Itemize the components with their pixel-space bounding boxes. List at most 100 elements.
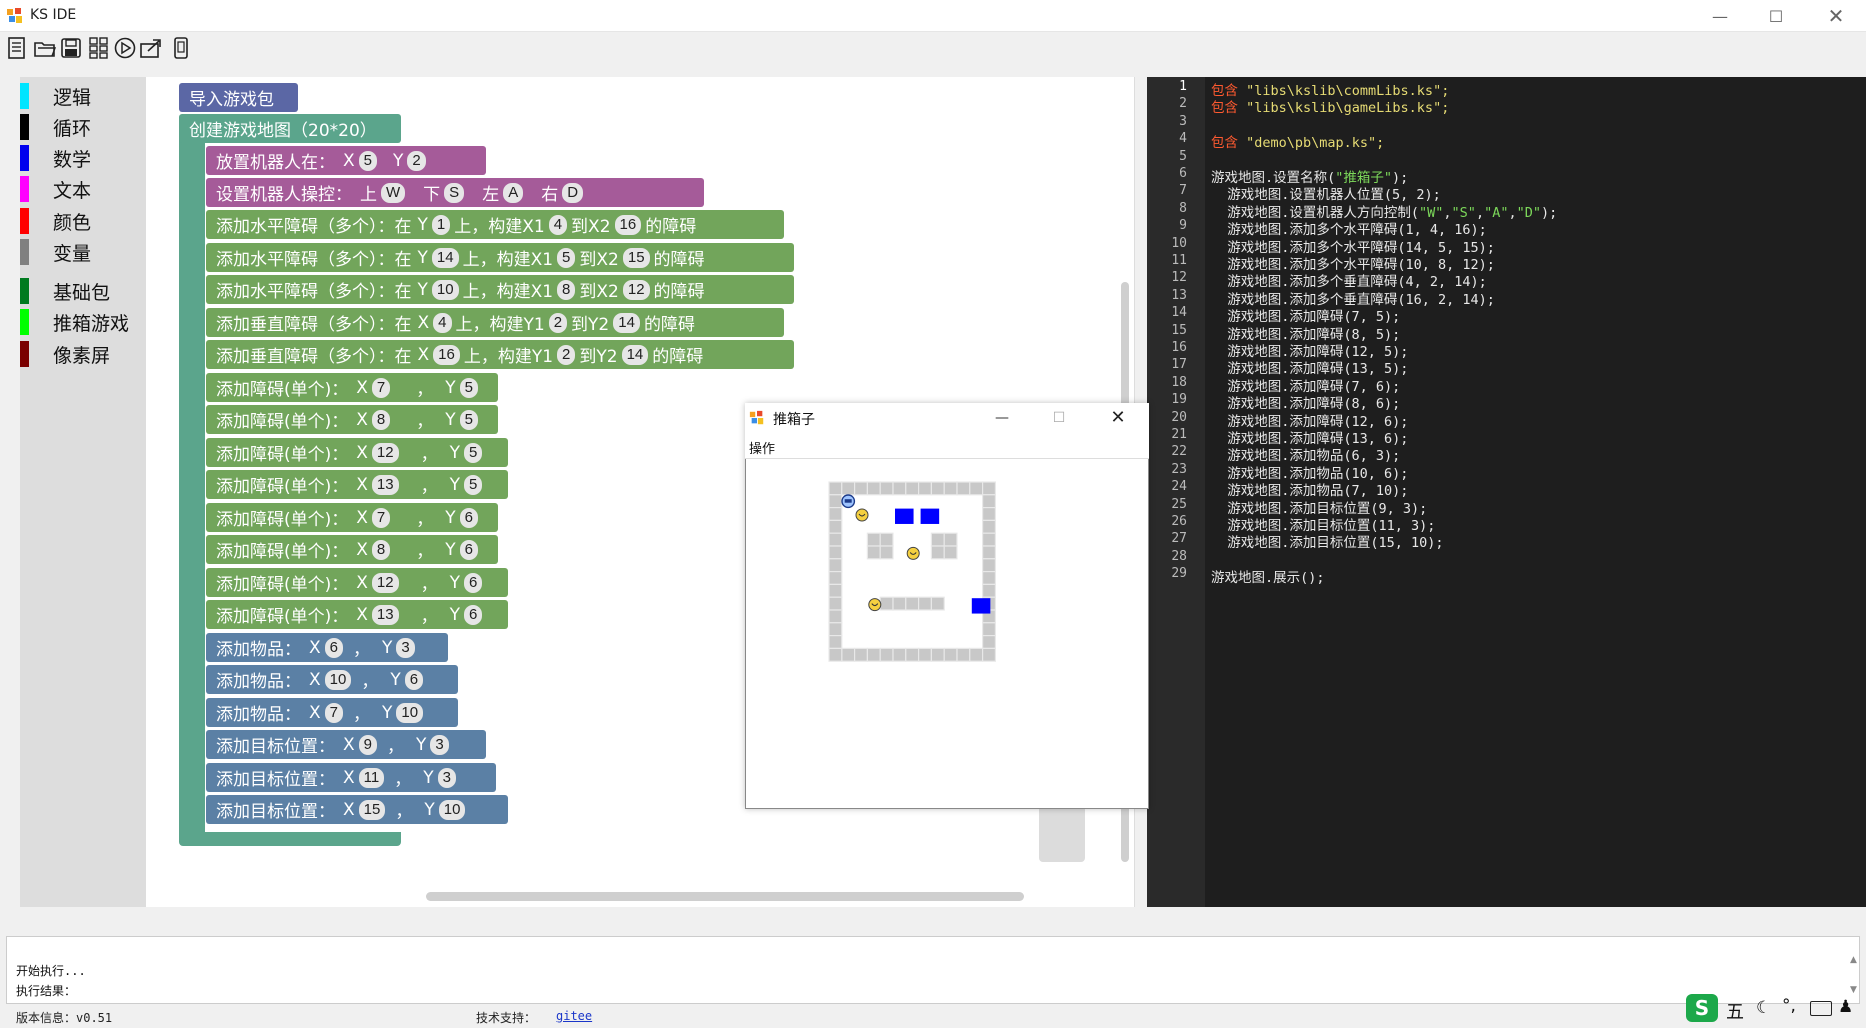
code-line[interactable]: 游戏地图.添加障碍(8, 6);	[1211, 392, 1400, 412]
code-line[interactable]: 包含 "demo\pb\map.ks";	[1211, 131, 1384, 151]
add-single-obstacle-block[interactable]: 添加障碍(单个)： X 13 ， Y 5	[206, 470, 508, 499]
x-input[interactable]: 12	[371, 442, 399, 463]
y-input[interactable]: 10	[438, 799, 466, 820]
x-input[interactable]: 8	[371, 409, 391, 430]
y-input[interactable]: 6	[464, 604, 483, 625]
gitee-link-text[interactable]: gitee	[556, 1009, 592, 1023]
category-item[interactable]: 基础包	[20, 277, 110, 305]
category-item[interactable]: 推箱游戏	[20, 308, 129, 336]
x-input[interactable]: 7	[371, 377, 391, 398]
code-line[interactable]: 游戏地图.添加目标位置(15, 10);	[1211, 531, 1443, 551]
add-single-obstacle-block[interactable]: 添加障碍(单个)： X 8 ， Y 5	[206, 405, 498, 434]
start-input[interactable]: 2	[548, 312, 568, 333]
end-input[interactable]: 12	[622, 279, 650, 300]
category-item[interactable]: 逻辑	[20, 82, 91, 110]
export-icon[interactable]	[140, 36, 162, 60]
output-console[interactable]: 开始执行... 执行结果：	[6, 936, 1860, 1004]
category-item[interactable]: 数学	[20, 144, 91, 172]
end-input[interactable]: 16	[614, 214, 642, 235]
y-input[interactable]: 6	[459, 507, 478, 528]
close-button[interactable]: ✕	[1808, 0, 1864, 32]
code-line[interactable]: 游戏地图.添加障碍(13, 5);	[1211, 357, 1408, 377]
x-input[interactable]: 11	[358, 767, 385, 788]
code-line[interactable]: 游戏地图.添加多个垂直障碍(4, 2, 14);	[1211, 270, 1487, 290]
moon-icon[interactable]: ☾	[1756, 998, 1771, 1018]
add-vertical-obstacles-block[interactable]: 添加垂直障碍（多个）：在 X 16 上，构建Y1 2 到Y2 14 的障碍	[206, 340, 794, 369]
minimize-button[interactable]: —	[1692, 0, 1748, 32]
keyboard-icon[interactable]	[1810, 1001, 1832, 1016]
device-icon[interactable]	[170, 36, 192, 60]
add-single-obstacle-block[interactable]: 添加障碍(单个)： X 12 ， Y 6	[206, 568, 508, 597]
place-robot-block[interactable]: 放置机器人在： X5 Y2	[206, 146, 486, 175]
left-key-input[interactable]: A	[503, 182, 524, 203]
open-file-icon[interactable]	[34, 36, 56, 60]
category-item[interactable]: 循环	[20, 113, 91, 141]
y-input[interactable]: 5	[464, 474, 483, 495]
create-game-map-block[interactable]: 创建游戏地图（20*20）	[179, 114, 401, 143]
x-input[interactable]: 9	[358, 734, 377, 755]
game-close-button[interactable]: ✕	[1104, 403, 1132, 433]
save-icon[interactable]	[60, 36, 82, 60]
y-input[interactable]: 6	[404, 669, 424, 690]
workspace-horizontal-scrollbar[interactable]	[426, 892, 1024, 901]
game-maximize-button[interactable]: ☐	[1045, 403, 1073, 433]
y-input[interactable]: 2	[407, 150, 426, 171]
end-input[interactable]: 14	[613, 312, 640, 333]
code-line[interactable]: 游戏地图.添加物品(6, 3);	[1211, 444, 1400, 464]
category-item[interactable]: 变量	[20, 238, 91, 266]
import-game-package-block[interactable]: 导入游戏包	[179, 83, 298, 112]
x-input[interactable]: 5	[358, 150, 377, 171]
add-target-position-block[interactable]: 添加目标位置： X 9 ， Y 3	[206, 730, 486, 759]
x-input[interactable]: 13	[371, 604, 399, 625]
y-input[interactable]: 5	[464, 442, 483, 463]
add-vertical-obstacles-block[interactable]: 添加垂直障碍（多个）：在 X 4 上，构建Y1 2 到Y2 14 的障碍	[206, 308, 784, 337]
y-input[interactable]: 3	[430, 734, 449, 755]
x-input[interactable]: 12	[371, 572, 399, 593]
game-menu-operate[interactable]: 操作	[749, 438, 775, 457]
add-single-obstacle-block[interactable]: 添加障碍(单个)： X 12 ， Y 5	[206, 438, 508, 467]
start-input[interactable]: 8	[557, 279, 576, 300]
y-input[interactable]: 6	[459, 539, 478, 560]
y-input[interactable]: 5	[459, 409, 478, 430]
y-input[interactable]: 3	[396, 637, 415, 658]
axis-value-input[interactable]: 14	[431, 247, 459, 268]
y-input[interactable]: 5	[459, 377, 478, 398]
axis-value-input[interactable]: 1	[431, 214, 451, 235]
punct-icon[interactable]: °,	[1782, 996, 1796, 1016]
add-target-position-block[interactable]: 添加目标位置： X 15 ， Y 10	[206, 795, 508, 824]
ime-wubi-label[interactable]: 五	[1726, 998, 1744, 1024]
start-input[interactable]: 5	[557, 247, 576, 268]
category-item[interactable]: 像素屏	[20, 340, 110, 368]
x-input[interactable]: 13	[371, 474, 399, 495]
set-robot-controls-block[interactable]: 设置机器人操控： 上W 下S 左A 右D	[206, 178, 704, 207]
game-minimize-button[interactable]: —	[988, 403, 1016, 433]
new-file-icon[interactable]	[6, 36, 28, 60]
x-input[interactable]: 7	[324, 702, 343, 723]
y-input[interactable]: 6	[464, 572, 483, 593]
user-icon[interactable]: ♟	[1838, 997, 1853, 1017]
right-key-input[interactable]: D	[562, 182, 584, 203]
start-input[interactable]: 4	[548, 214, 568, 235]
add-horizontal-obstacles-block[interactable]: 添加水平障碍（多个）：在 Y 14 上，构建X1 5 到X2 15 的障碍	[206, 243, 794, 272]
add-horizontal-obstacles-block[interactable]: 添加水平障碍（多个）：在 Y 1 上，构建X1 4 到X2 16 的障碍	[206, 210, 784, 239]
console-scroll-down-icon[interactable]: ▼	[1850, 985, 1858, 997]
run-icon[interactable]	[114, 36, 136, 60]
down-key-input[interactable]: S	[444, 182, 465, 203]
start-input[interactable]: 2	[557, 344, 576, 365]
add-target-position-block[interactable]: 添加目标位置： X 11 ， Y 3	[206, 763, 496, 792]
end-input[interactable]: 15	[622, 247, 650, 268]
maximize-button[interactable]: ☐	[1748, 0, 1804, 32]
code-line[interactable]: 游戏地图.添加物品(7, 10);	[1211, 479, 1408, 499]
x-input[interactable]: 6	[324, 637, 343, 658]
add-single-obstacle-block[interactable]: 添加障碍(单个)： X 8 ， Y 6	[206, 535, 498, 564]
add-single-obstacle-block[interactable]: 添加障碍(单个)： X 7 ， Y 6	[206, 503, 498, 532]
y-input[interactable]: 3	[437, 767, 456, 788]
trash-can-icon[interactable]	[1039, 800, 1085, 862]
x-input[interactable]: 8	[371, 539, 391, 560]
code-line[interactable]: 游戏地图.展示();	[1211, 566, 1325, 586]
code-line[interactable]: 游戏地图.添加障碍(7, 5);	[1211, 305, 1400, 325]
code-line[interactable]: 包含 "libs\kslib\gameLibs.ks";	[1211, 96, 1449, 116]
axis-value-input[interactable]: 4	[433, 312, 452, 333]
gitee-link[interactable]: gitee	[556, 1009, 592, 1023]
code-line[interactable]: 游戏地图.设置机器人位置(5, 2);	[1211, 183, 1441, 203]
